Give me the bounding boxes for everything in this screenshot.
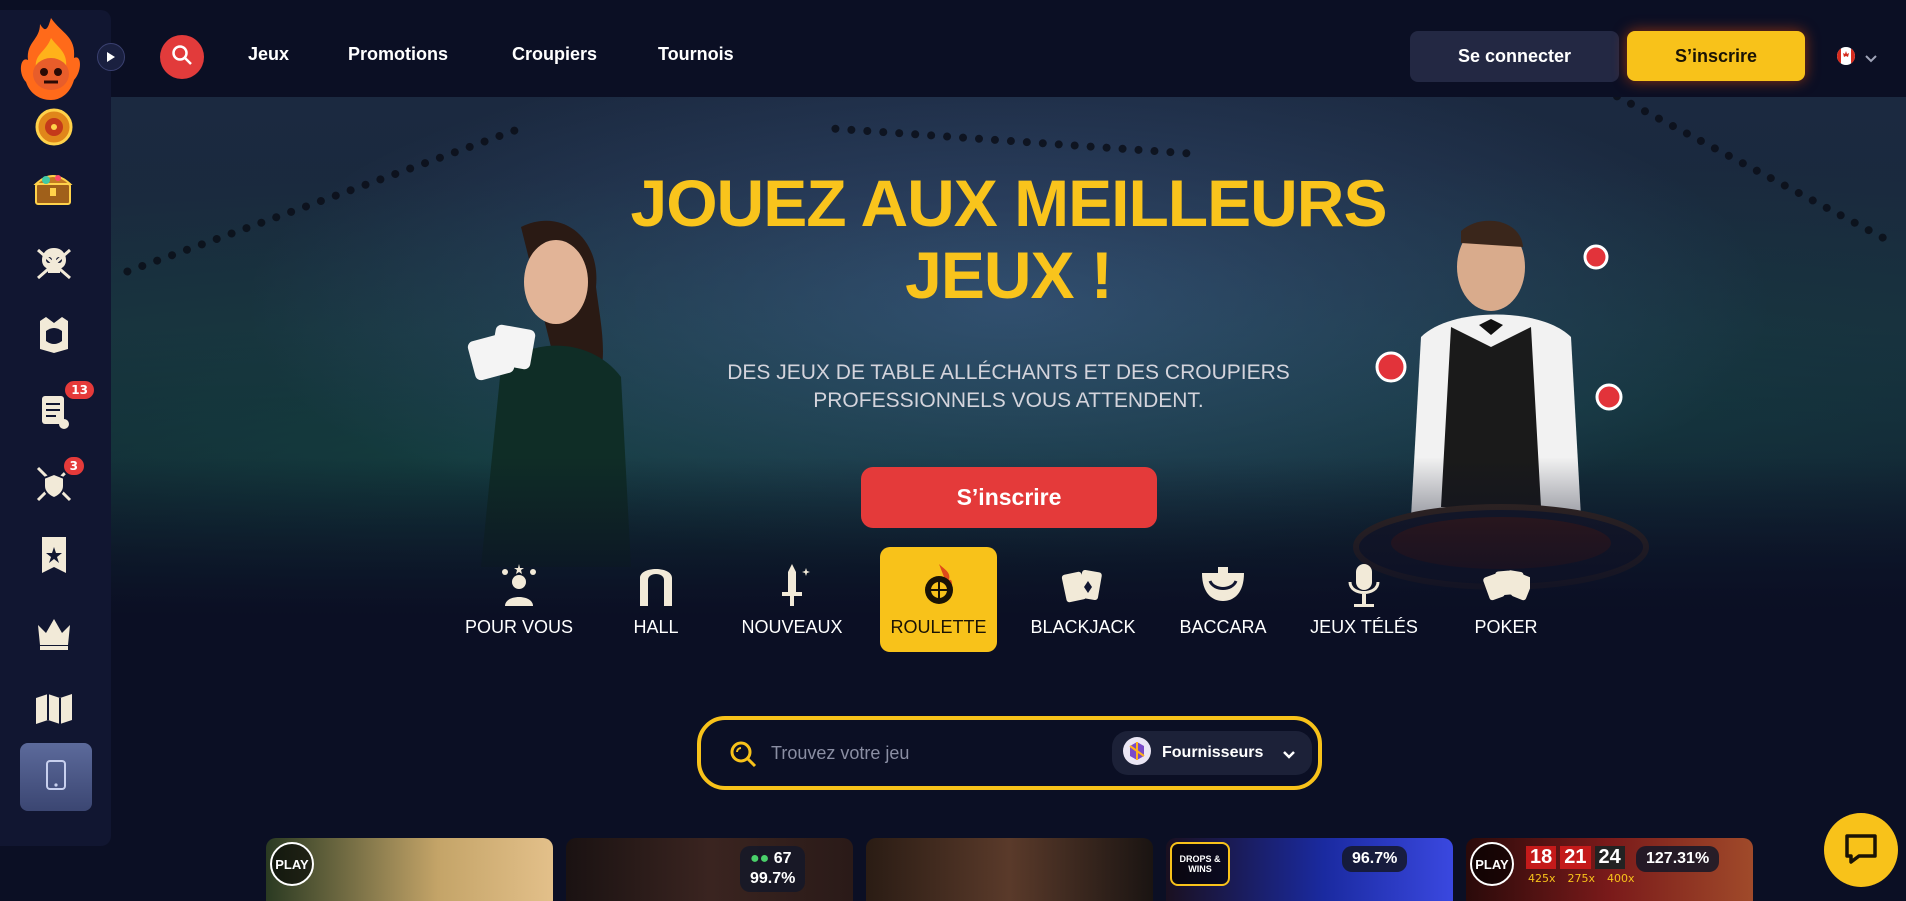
tab-label: JEUX TÉLÉS (1310, 617, 1418, 637)
roulette-numbers: 18 21 24 (1526, 846, 1625, 869)
game-rtp-pill: 96.7% (1342, 846, 1408, 872)
sidebar-wheel-of-fortune[interactable] (26, 104, 82, 154)
game-rtp-pill: 127.31% (1636, 846, 1720, 872)
nav-link-dealers[interactable]: Croupiers (512, 44, 597, 65)
multiplier: 400x (1607, 872, 1635, 885)
chevron-down-icon (1864, 49, 1878, 68)
tab-poker[interactable]: POKER (1447, 547, 1565, 652)
missions-badge: 13 (63, 379, 96, 401)
number-tile: 18 (1526, 846, 1557, 869)
multipliers: 425x 275x 400x (1528, 872, 1635, 885)
mobile-app-button[interactable] (20, 743, 92, 811)
game-card[interactable]: PLAY 18 21 24 425x 275x 400x 127.31% (1466, 838, 1753, 901)
tab-baccarat[interactable]: BACCARA (1164, 547, 1282, 652)
game-stats-pill: ●● 67 99.7% (740, 846, 806, 892)
game-card[interactable]: ●● 67 99.7% (566, 838, 853, 901)
sidebar-toggle-button[interactable] (97, 43, 125, 71)
treasure-chest-icon (32, 168, 76, 212)
cards-icon (1060, 561, 1106, 609)
drops-wins-badge: DROPS & WINS (1170, 842, 1230, 886)
microphone-icon (1344, 561, 1384, 609)
skull-crossbones-icon (34, 242, 74, 286)
chat-bubble-icon (1841, 828, 1881, 872)
roulette-icon (919, 561, 959, 609)
tab-tv-games[interactable]: JEUX TÉLÉS (1305, 547, 1423, 652)
play-badge: PLAY (270, 842, 314, 886)
hero-banner: JOUEZ AUX MEILLEURS JEUX ! DES JEUX DE T… (111, 97, 1906, 617)
sidebar: 13 3 (0, 10, 111, 846)
number-tile: 24 (1594, 846, 1625, 869)
sidebar-skull-events[interactable] (26, 239, 82, 289)
header-search-button[interactable] (160, 35, 204, 79)
tab-label: POUR VOUS (464, 617, 574, 637)
tab-hall[interactable]: HALL (597, 547, 715, 652)
poker-cards-icon (1482, 561, 1530, 609)
tab-blackjack[interactable]: BLACKJACK (1024, 547, 1142, 652)
multiplier: 425x (1528, 872, 1556, 885)
tab-label: POKER (1474, 617, 1538, 637)
tab-new[interactable]: NOUVEAUX (733, 547, 851, 652)
number-tile: 21 (1560, 846, 1591, 869)
sidebar-missions[interactable]: 13 (26, 379, 96, 437)
game-card[interactable]: DROPS & WINS 96.7% (1166, 838, 1453, 901)
game-search-input[interactable] (771, 734, 1101, 772)
smartphone-icon (45, 759, 67, 795)
live-chat-button[interactable] (1824, 813, 1898, 887)
rtp-value: 96.7% (1352, 850, 1398, 867)
baccarat-table-icon (1200, 561, 1246, 609)
game-card[interactable] (866, 838, 1153, 901)
decorative-chain (831, 124, 1191, 158)
player-count-value: 67 (773, 850, 792, 867)
login-button[interactable]: Se connecter (1410, 31, 1619, 82)
search-icon (171, 44, 193, 70)
hero-subtitle-line1: DES JEUX DE TABLE ALLÉCHANTS ET DES CROU… (727, 361, 1290, 384)
hero-title-line2: JEUX ! (905, 238, 1113, 312)
hero-subtitle-line2: PROFESSIONNELS VOUS ATTENDENT. (813, 389, 1204, 412)
fortune-wheel-icon (34, 107, 74, 151)
play-badge: PLAY (1470, 842, 1514, 886)
chevron-down-icon (1282, 745, 1296, 764)
canada-flag-icon (1836, 47, 1856, 69)
hero-signup-button[interactable]: S’inscrire (861, 467, 1157, 528)
tab-label: NOUVEAUX (741, 617, 843, 637)
flame-logo[interactable] (16, 14, 86, 102)
tab-for-you[interactable]: POUR VOUS (460, 547, 578, 652)
tab-label: BLACKJACK (1030, 617, 1136, 637)
tab-label: BACCARA (1179, 617, 1267, 637)
tab-label: HALL (633, 617, 679, 637)
sidebar-character[interactable] (26, 312, 82, 362)
map-feather-icon (32, 688, 76, 732)
hero-subtitle: DES JEUX DE TABLE ALLÉCHANTS ET DES CROU… (111, 359, 1906, 415)
providers-dropdown[interactable]: Fournisseurs (1112, 731, 1312, 775)
hero-title: JOUEZ AUX MEILLEURS JEUX ! (111, 167, 1906, 311)
nav-link-tournaments[interactable]: Tournois (658, 44, 734, 65)
user-star-icon (497, 561, 541, 609)
category-tabs: POUR VOUS HALL NOUVEAUX ROULETTE BLACKJA… (0, 547, 1906, 652)
rtp-value: 99.7% (750, 870, 796, 887)
hero-title-line1: JOUEZ AUX MEILLEURS (630, 166, 1388, 240)
play-triangle-icon (106, 48, 116, 67)
game-card[interactable]: PLAY (266, 838, 553, 901)
rtp-value: 127.31% (1646, 850, 1710, 867)
sidebar-battles[interactable]: 3 (26, 455, 86, 511)
signup-button-header[interactable]: S’inscrire (1627, 31, 1805, 81)
sidebar-treasure-chest[interactable] (26, 165, 82, 215)
provider-avatar-icon (1122, 736, 1152, 770)
player-count: ●● 67 (750, 850, 792, 867)
battles-badge: 3 (61, 455, 86, 477)
providers-label: Fournisseurs (1162, 744, 1264, 761)
arch-icon (636, 561, 676, 609)
language-selector[interactable] (1836, 47, 1878, 69)
sword-sparkle-icon (772, 561, 812, 609)
sidebar-map[interactable] (26, 685, 82, 735)
game-search-bar: Fournisseurs (697, 716, 1322, 790)
tab-roulette[interactable]: ROULETTE (880, 547, 997, 652)
hooded-character-icon (34, 315, 74, 359)
nav-link-promotions[interactable]: Promotions (348, 44, 448, 65)
nav-link-games[interactable]: Jeux (248, 44, 289, 65)
search-icon (729, 740, 757, 772)
tab-label: ROULETTE (890, 617, 987, 637)
multiplier: 275x (1567, 872, 1596, 885)
